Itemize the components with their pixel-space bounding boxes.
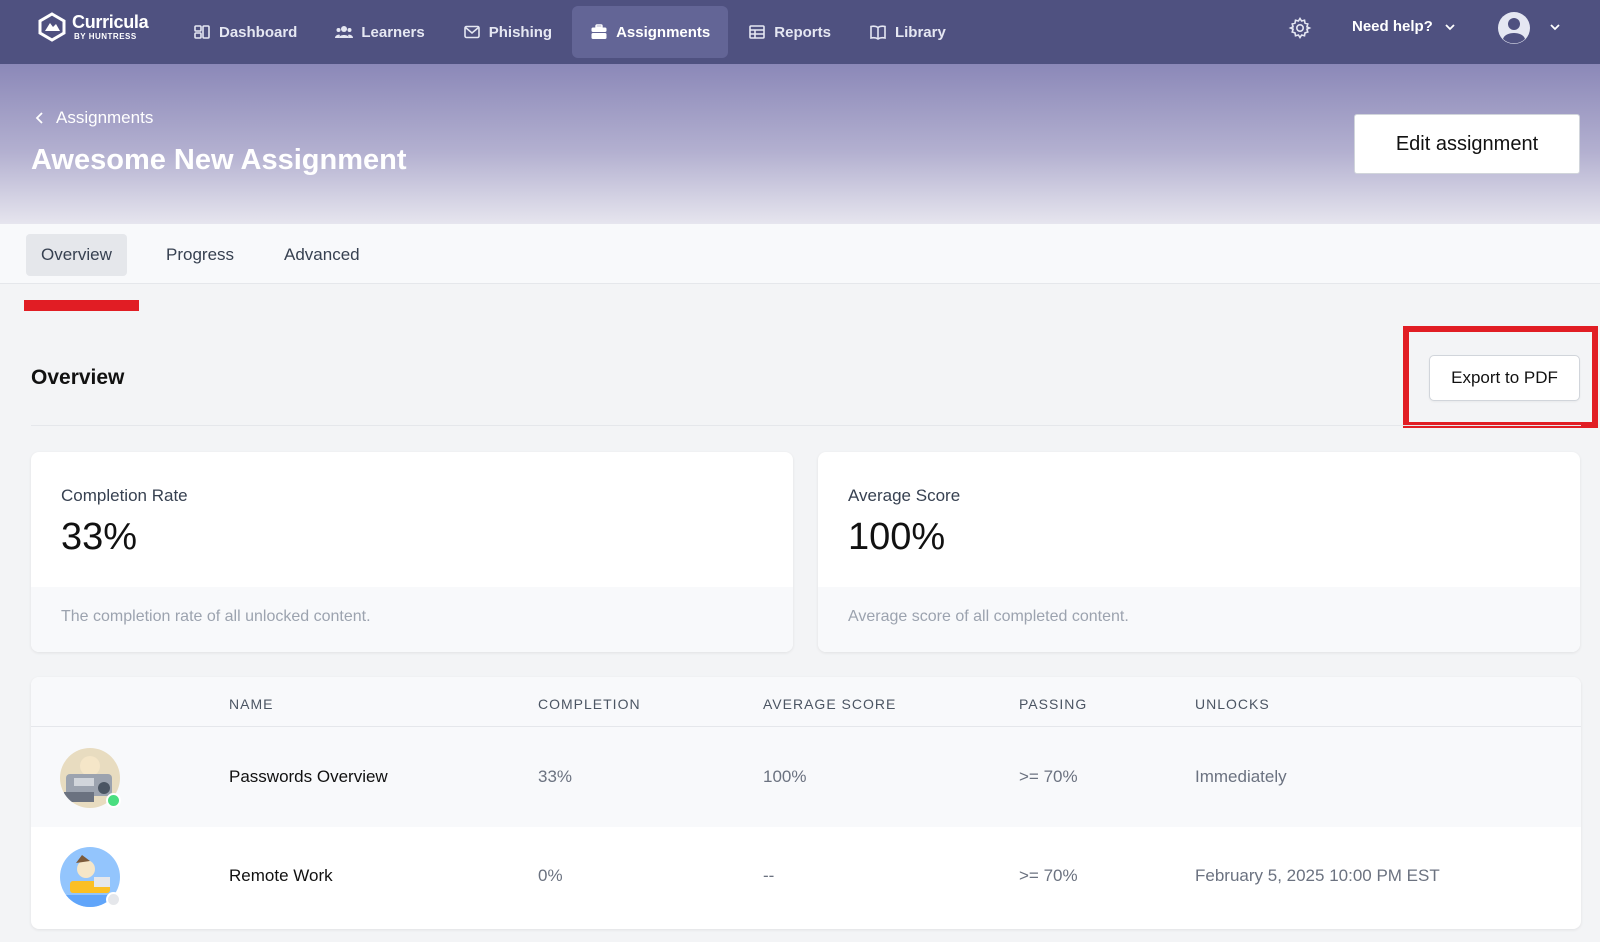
nav-item-dashboard[interactable]: Dashboard	[175, 6, 315, 58]
stat-description: Average score of all completed content.	[848, 608, 1129, 625]
page-header: Assignments Awesome New Assignment Edit …	[0, 64, 1600, 224]
nav-item-reports[interactable]: Reports	[730, 6, 849, 58]
column-header-name[interactable]: NAME	[229, 696, 273, 712]
breadcrumb-back-link[interactable]: Assignments	[34, 108, 153, 128]
stat-label: Average Score	[848, 486, 961, 505]
stat-description: The completion rate of all unlocked cont…	[61, 608, 371, 625]
completion-value: 33%	[538, 767, 573, 786]
tab-overview[interactable]: Overview	[26, 234, 127, 276]
stat-card-average-score: Average Score 100% Average score of all …	[818, 452, 1580, 652]
passing-value: >= 70%	[1019, 866, 1078, 885]
nav-item-assignments[interactable]: Assignments	[572, 6, 729, 58]
tab-bar: Overview Progress Advanced	[0, 224, 1600, 284]
unlocks-value: February 5, 2025 10:00 PM EST	[1195, 866, 1440, 885]
tab-advanced[interactable]: Advanced	[269, 234, 375, 276]
active-tab-highlight	[24, 300, 139, 311]
section-divider	[31, 425, 1581, 426]
mail-icon	[463, 25, 480, 39]
content-table: NAME COMPLETION AVERAGE SCORE PASSING UN…	[31, 677, 1581, 929]
need-help-label: Need help?	[1352, 18, 1433, 35]
export-to-pdf-button[interactable]: Export to PDF	[1429, 355, 1580, 401]
stat-footer: The completion rate of all unlocked cont…	[31, 587, 793, 652]
chevron-left-icon	[35, 112, 43, 124]
need-help-dropdown[interactable]: Need help?	[1352, 18, 1457, 35]
stat-label: Completion Rate	[61, 486, 188, 505]
dashboard-icon	[194, 25, 210, 39]
brand-name: Curricula	[72, 12, 149, 32]
nav-label: Dashboard	[219, 23, 298, 41]
passing-value: >= 70%	[1019, 767, 1078, 786]
top-navigation: Curricula BY HUNTRESS Dashboard Learners…	[0, 0, 1600, 64]
nav-label: Phishing	[488, 23, 553, 41]
column-header-completion[interactable]: COMPLETION	[538, 696, 641, 712]
unlocks-value: Immediately	[1195, 767, 1287, 786]
content-name[interactable]: Remote Work	[229, 866, 333, 886]
nav-label: Assignments	[616, 23, 711, 41]
average-score-value: 100%	[763, 767, 807, 786]
nav-label: Reports	[774, 23, 831, 41]
content-name[interactable]: Passwords Overview	[229, 767, 388, 787]
page-title: Awesome New Assignment	[31, 144, 407, 176]
chevron-down-icon	[1445, 23, 1455, 30]
section-title: Overview	[31, 366, 125, 389]
nav-item-library[interactable]: Library	[851, 6, 964, 58]
table-header: NAME COMPLETION AVERAGE SCORE PASSING UN…	[31, 677, 1581, 727]
stat-value: 33%	[61, 516, 138, 558]
completion-value: 0%	[538, 866, 563, 885]
edit-assignment-button[interactable]: Edit assignment	[1354, 114, 1580, 174]
account-menu-toggle[interactable]	[1548, 20, 1562, 39]
brand-sub: BY HUNTRESS	[74, 32, 137, 41]
column-header-average-score[interactable]: AVERAGE SCORE	[763, 696, 896, 712]
brand-logo[interactable]: Curricula BY HUNTRESS	[38, 12, 149, 42]
breadcrumb-label: Assignments	[56, 108, 154, 127]
average-score-value: --	[763, 866, 775, 885]
stat-value: 100%	[848, 516, 946, 558]
table-row[interactable]: Remote Work 0% -- >= 70% February 5, 202…	[31, 827, 1581, 927]
stat-footer: Average score of all completed content.	[818, 587, 1580, 652]
tab-progress[interactable]: Progress	[151, 234, 249, 276]
nav-label: Learners	[361, 23, 425, 41]
gear-icon[interactable]	[1288, 16, 1312, 40]
users-icon	[335, 26, 354, 38]
column-header-unlocks[interactable]: UNLOCKS	[1195, 696, 1270, 712]
briefcase-icon	[591, 24, 607, 39]
status-indicator-unlocked	[106, 793, 121, 808]
chevron-down-icon	[1550, 24, 1560, 31]
user-avatar-icon[interactable]	[1497, 11, 1531, 45]
nav-item-learners[interactable]: Learners	[317, 6, 442, 58]
book-icon	[870, 25, 886, 40]
curricula-logo-icon	[38, 12, 66, 42]
nav-label: Library	[894, 23, 946, 41]
nav-item-phishing[interactable]: Phishing	[445, 6, 570, 58]
table-row[interactable]: Passwords Overview 33% 100% >= 70% Immed…	[31, 727, 1581, 827]
stat-card-completion-rate: Completion Rate 33% The completion rate …	[31, 452, 793, 652]
table-icon	[749, 25, 766, 39]
status-indicator-locked	[106, 892, 121, 907]
column-header-passing[interactable]: PASSING	[1019, 696, 1087, 712]
